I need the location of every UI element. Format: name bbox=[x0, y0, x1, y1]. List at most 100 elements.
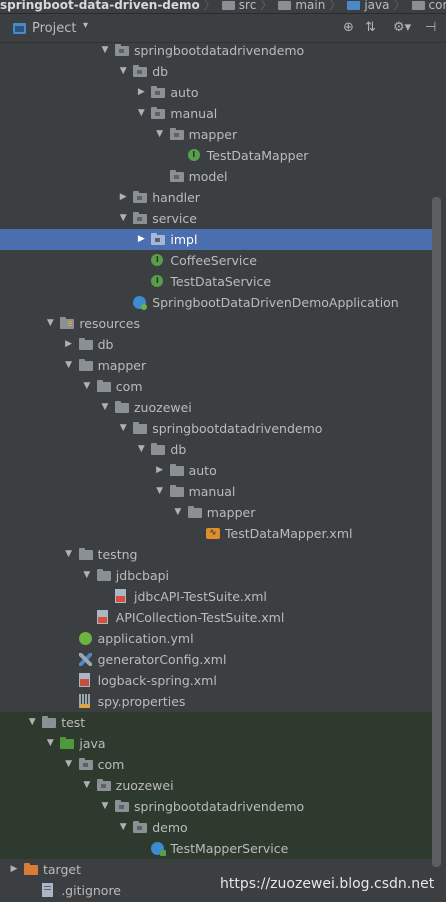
chevron-down-icon[interactable]: ▼ bbox=[82, 775, 92, 796]
tree-node-label: generatorConfig.xml bbox=[97, 652, 227, 667]
chevron-down-icon[interactable]: ▼ bbox=[155, 124, 165, 145]
package-icon bbox=[115, 800, 129, 812]
tree-node[interactable]: ▼ manual bbox=[0, 481, 432, 502]
chevron-down-icon[interactable]: ▾ bbox=[83, 20, 88, 31]
tree-node-label: mapper bbox=[206, 505, 256, 520]
tree-node[interactable]: ▼ springbootdatadrivendemo bbox=[0, 796, 432, 817]
tree-node[interactable]: logback-spring.xml bbox=[0, 670, 432, 691]
tree-node[interactable]: ▶ handler bbox=[0, 187, 432, 208]
chevron-down-icon[interactable]: ▼ bbox=[136, 103, 146, 124]
package-icon bbox=[151, 233, 166, 245]
locate-icon[interactable]: ⊕ bbox=[343, 20, 354, 35]
tree-node[interactable]: ▼ test bbox=[0, 712, 432, 733]
folder-icon bbox=[78, 338, 93, 350]
tree-node[interactable]: ▼ com bbox=[0, 376, 432, 397]
tree-node-label: java bbox=[79, 736, 106, 751]
tree-node[interactable]: APICollection-TestSuite.xml bbox=[0, 607, 432, 628]
chevron-down-icon[interactable]: ▼ bbox=[136, 439, 146, 460]
tree-node[interactable]: ▼ demo bbox=[0, 817, 432, 838]
tree-node[interactable]: generatorConfig.xml bbox=[0, 649, 432, 670]
chevron-right-icon[interactable]: ▶ bbox=[64, 334, 74, 355]
chevron-down-icon[interactable]: ▼ bbox=[64, 544, 74, 565]
testng-suite-icon bbox=[115, 589, 126, 603]
tree-node[interactable]: jdbcAPI-TestSuite.xml bbox=[0, 586, 432, 607]
breadcrumb-item[interactable]: springboot-data-driven-demo bbox=[0, 0, 200, 11]
collapse-all-icon[interactable]: ⇅ bbox=[365, 20, 376, 35]
tree-node-label: springbootdatadrivendemo bbox=[134, 43, 305, 58]
tree-node[interactable]: ▼ java bbox=[0, 733, 432, 754]
chevron-down-icon[interactable]: ▼ bbox=[118, 817, 128, 838]
tree-node-label: db bbox=[152, 64, 169, 79]
chevron-right-icon[interactable]: ▶ bbox=[136, 82, 146, 103]
tree-node[interactable]: ▼ resources bbox=[0, 313, 432, 334]
chevron-down-icon[interactable]: ▼ bbox=[118, 208, 128, 229]
scrollbar-thumb[interactable] bbox=[432, 197, 441, 867]
tree-node[interactable]: ∿ TestDataMapper.xml bbox=[0, 523, 432, 544]
chevron-down-icon[interactable]: ▼ bbox=[45, 313, 55, 334]
breadcrumb-item[interactable]: src bbox=[239, 0, 257, 11]
tree-node[interactable]: ▼ com bbox=[0, 754, 432, 775]
tree-node[interactable]: ▼ zuozewei bbox=[0, 397, 432, 418]
tree-node[interactable]: I CoffeeService bbox=[0, 250, 432, 271]
tree-node[interactable]: ▼ service bbox=[0, 208, 432, 229]
chevron-right-icon[interactable]: ▶ bbox=[9, 859, 19, 880]
breadcrumb-separator: 〉 bbox=[203, 0, 216, 12]
project-icon bbox=[13, 23, 26, 34]
chevron-down-icon[interactable]: ▼ bbox=[173, 502, 183, 523]
folder-icon bbox=[96, 380, 111, 392]
chevron-down-icon[interactable]: ▼ bbox=[64, 754, 74, 775]
tree-node[interactable]: ▼ jdbcbapi bbox=[0, 565, 432, 586]
project-tree: ▼ springbootdatadrivendemo ▼ db ▶ auto ▼ manual… bbox=[0, 43, 446, 902]
folder-icon bbox=[78, 548, 93, 560]
breadcrumb-item[interactable]: com bbox=[429, 0, 446, 11]
watermark: https://zuozewei.blog.csdn.net bbox=[220, 876, 435, 892]
tree-node[interactable]: ▶ db bbox=[0, 334, 432, 355]
tree-node[interactable]: ▼ db bbox=[0, 439, 432, 460]
tree-node[interactable]: ▶ auto bbox=[0, 82, 432, 103]
chevron-down-icon[interactable]: ▼ bbox=[45, 733, 55, 754]
tree-node[interactable]: TestMapperService bbox=[0, 838, 432, 859]
tree-node[interactable]: ▼ springbootdatadrivendemo bbox=[0, 40, 432, 61]
chevron-down-icon[interactable]: ▼ bbox=[27, 712, 37, 733]
tree-node[interactable]: I TestDataMapper bbox=[0, 145, 432, 166]
tree-node-label: APICollection-TestSuite.xml bbox=[115, 610, 285, 625]
breadcrumb-separator: 〉 bbox=[260, 0, 273, 12]
project-view-title[interactable]: Project bbox=[32, 21, 76, 36]
tree-node[interactable]: ▶ auto bbox=[0, 460, 432, 481]
tree-node-label: target bbox=[43, 862, 82, 877]
chevron-down-icon[interactable]: ▼ bbox=[82, 565, 92, 586]
interface-icon: I bbox=[187, 149, 200, 161]
tree-node[interactable]: ▼ manual bbox=[0, 103, 432, 124]
tree-node[interactable]: ▼ mapper bbox=[0, 124, 432, 145]
tree-node[interactable]: ▼ zuozewei bbox=[0, 775, 432, 796]
tree-node[interactable]: SpringbootDataDrivenDemoApplication bbox=[0, 292, 432, 313]
breadcrumb-item[interactable]: java bbox=[364, 0, 389, 11]
tree-node[interactable]: spy.properties bbox=[0, 691, 432, 712]
settings-icon[interactable]: ⚙▾ bbox=[393, 20, 411, 35]
chevron-down-icon[interactable]: ▼ bbox=[100, 796, 110, 817]
tree-node[interactable]: ▼ mapper bbox=[0, 355, 432, 376]
breadcrumb-item[interactable]: main bbox=[295, 0, 325, 11]
tree-node[interactable]: model bbox=[0, 166, 432, 187]
tree-node[interactable]: ▶ impl bbox=[0, 229, 432, 250]
chevron-right-icon[interactable]: ▶ bbox=[155, 460, 165, 481]
chevron-right-icon[interactable]: ▶ bbox=[136, 229, 146, 250]
chevron-down-icon[interactable]: ▼ bbox=[155, 481, 165, 502]
tree-node-label: testng bbox=[97, 547, 138, 562]
chevron-down-icon[interactable]: ▼ bbox=[118, 418, 128, 439]
chevron-down-icon[interactable]: ▼ bbox=[82, 376, 92, 397]
tree-node[interactable]: I TestDataService bbox=[0, 271, 432, 292]
tree-node-label: application.yml bbox=[97, 631, 194, 646]
hide-icon[interactable]: ⊣ bbox=[425, 20, 436, 35]
chevron-right-icon[interactable]: ▶ bbox=[118, 187, 128, 208]
chevron-down-icon[interactable]: ▼ bbox=[100, 40, 110, 61]
folder-icon bbox=[169, 485, 184, 497]
tree-node[interactable]: application.yml bbox=[0, 628, 432, 649]
tree-node[interactable]: ▼ db bbox=[0, 61, 432, 82]
chevron-down-icon[interactable]: ▼ bbox=[64, 355, 74, 376]
tree-node[interactable]: ▼ springbootdatadrivendemo bbox=[0, 418, 432, 439]
tree-node[interactable]: ▼ mapper bbox=[0, 502, 432, 523]
chevron-down-icon[interactable]: ▼ bbox=[118, 61, 128, 82]
chevron-down-icon[interactable]: ▼ bbox=[100, 397, 110, 418]
tree-node[interactable]: ▼ testng bbox=[0, 544, 432, 565]
